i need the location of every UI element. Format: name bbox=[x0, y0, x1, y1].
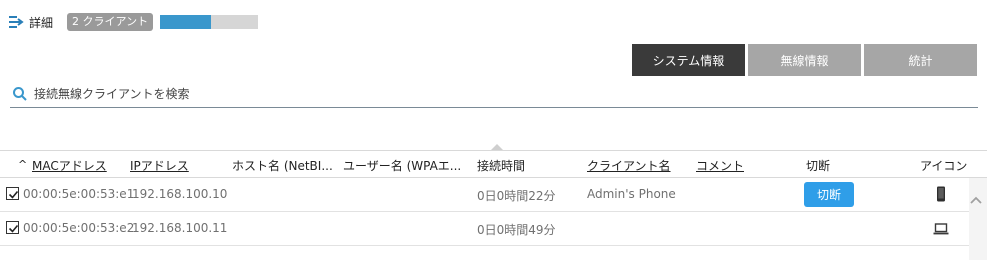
cell-time: 0日0時間22分 bbox=[477, 189, 556, 203]
tab-statistics[interactable]: 統計 bbox=[864, 44, 977, 76]
disconnect-button[interactable]: 切断 bbox=[804, 182, 854, 207]
usage-progress-fill bbox=[160, 15, 211, 29]
tab-system-info[interactable]: システム情報 bbox=[632, 44, 745, 76]
phone-icon bbox=[936, 186, 946, 205]
column-header-sort-indicator[interactable]: ^ bbox=[18, 157, 30, 171]
column-header-icon: アイコン bbox=[920, 159, 968, 173]
scroll-up-chevron-icon[interactable] bbox=[969, 194, 983, 208]
cell-ip: 192.168.100.10 bbox=[132, 187, 228, 201]
client-table: ^ MACアドレス IPアドレス ホスト名 (NetBI... ユーザー名 (W… bbox=[0, 150, 987, 246]
column-header-user[interactable]: ユーザー名 (WPAエ... bbox=[343, 157, 463, 174]
details-header[interactable]: 詳細 2 クライアント bbox=[8, 12, 154, 32]
column-header-disconnect: 切断 bbox=[806, 159, 831, 173]
vertical-scrollbar[interactable] bbox=[969, 178, 987, 260]
row-checkbox[interactable] bbox=[6, 187, 19, 200]
search-icon bbox=[12, 86, 28, 102]
column-header-mac[interactable]: MACアドレス bbox=[32, 157, 107, 174]
table-row[interactable]: 00:00:5e:00:53:e1 192.168.100.10 0日0時間22… bbox=[0, 178, 987, 212]
client-count-badge: 2 クライアント bbox=[67, 13, 154, 31]
column-header-ip[interactable]: IPアドレス bbox=[130, 157, 189, 174]
column-header-comment[interactable]: コメント bbox=[696, 157, 744, 174]
cell-ip: 192.168.100.11 bbox=[132, 221, 228, 235]
cell-time: 0日0時間49分 bbox=[477, 223, 556, 237]
tab-wireless-info[interactable]: 無線情報 bbox=[748, 44, 861, 76]
laptop-icon bbox=[933, 223, 949, 238]
details-label: 詳細 bbox=[29, 15, 54, 30]
cell-client-name: Admin's Phone bbox=[587, 187, 676, 201]
search-bar bbox=[10, 80, 978, 108]
column-header-client-name[interactable]: クライアント名 bbox=[587, 157, 671, 174]
tab-bar: システム情報 無線情報 統計 bbox=[632, 44, 977, 76]
table-header: ^ MACアドレス IPアドレス ホスト名 (NetBI... ユーザー名 (W… bbox=[0, 150, 987, 178]
details-arrow-icon bbox=[8, 15, 24, 29]
table-row[interactable]: 00:00:5e:00:53:e2 192.168.100.11 0日0時間49… bbox=[0, 212, 987, 246]
cell-mac: 00:00:5e:00:53:e1 bbox=[23, 187, 135, 201]
sort-asc-icon: ^ bbox=[18, 158, 28, 171]
usage-progress-bar bbox=[160, 15, 258, 29]
column-header-host[interactable]: ホスト名 (NetBI... bbox=[232, 157, 332, 174]
cell-mac: 00:00:5e:00:53:e2 bbox=[23, 221, 135, 235]
column-header-time[interactable]: 接続時間 bbox=[477, 157, 525, 174]
search-input[interactable] bbox=[34, 86, 934, 101]
row-checkbox[interactable] bbox=[6, 221, 19, 234]
